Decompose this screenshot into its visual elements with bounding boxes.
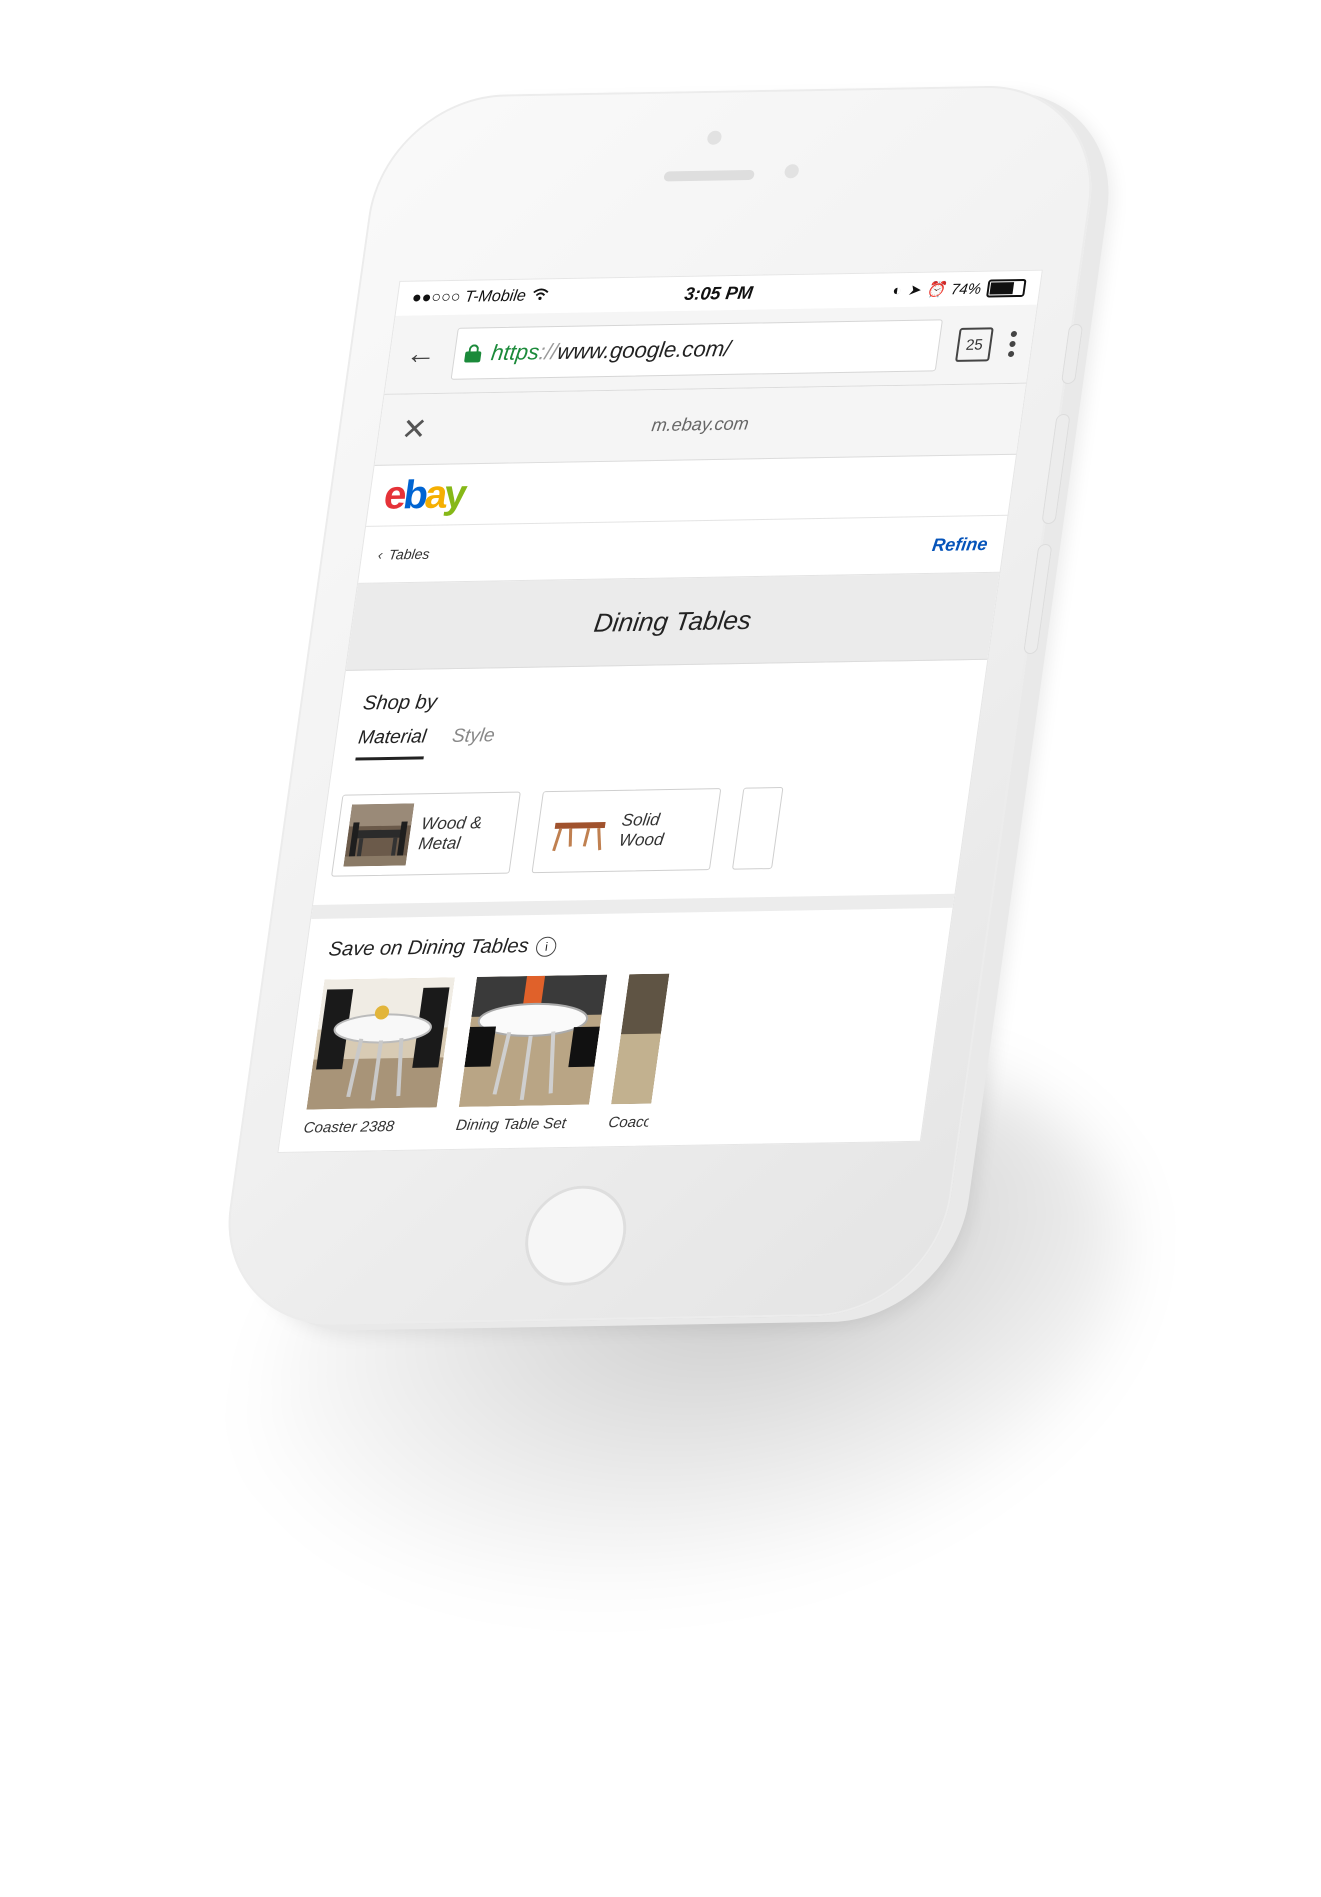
chip-label: Solid Wood (617, 810, 665, 850)
deals-heading-label: Save on Dining Tables (327, 935, 531, 961)
battery-icon (986, 278, 1027, 298)
close-icon[interactable]: ✕ (399, 411, 444, 447)
amp-viewer-header: ✕ m.ebay.com (374, 383, 1026, 466)
location-icon: ➤ (906, 281, 922, 299)
wood-metal-thumbnail (343, 803, 415, 867)
product-image (611, 973, 670, 1105)
product-card[interactable]: Dining Table Set (454, 974, 608, 1134)
rotation-lock-icon: ◐ (891, 281, 903, 299)
site-header: ebay (365, 454, 1016, 527)
product-title: Coaster 2388 (302, 1118, 396, 1137)
chevron-left-icon: ‹ (376, 546, 384, 563)
chip-solid-wood[interactable]: Solid Wood (531, 788, 722, 874)
page-title: Dining Tables (345, 572, 1000, 671)
lock-icon (463, 344, 483, 363)
product-image (306, 977, 455, 1110)
clock: 3:05 PM (683, 282, 755, 304)
ebay-logo[interactable]: ebay (381, 472, 467, 518)
breadcrumb-back-link[interactable]: ‹ Tables (377, 537, 933, 563)
phone-screen: ●●○○○ T-Mobile 3:05 PM ◐ ➤ ⏰ 74% ← https… (277, 269, 1043, 1154)
alarm-icon: ⏰ (925, 281, 947, 299)
carrier-label: ●●○○○ T-Mobile (410, 287, 527, 307)
chip-next-partial[interactable] (731, 787, 784, 870)
deals-carousel: Coaster 2388 Dining Table Set Coaco (279, 961, 945, 1145)
refine-button[interactable]: Refine (931, 533, 989, 555)
url-host: www.google.com/ (555, 335, 733, 364)
shop-by-heading: Shop by (361, 691, 439, 715)
back-arrow-icon[interactable]: ← (404, 337, 439, 372)
browser-toolbar: ← https://www.google.com/ 25 (384, 304, 1037, 395)
solid-wood-thumbnail (543, 799, 615, 864)
product-title: Coaco (607, 1113, 650, 1132)
product-title: Dining Table Set (454, 1115, 568, 1134)
tab-material[interactable]: Material (355, 726, 428, 761)
shop-by-section: Shop by Material Style (332, 660, 987, 769)
url-bar[interactable]: https://www.google.com/ (450, 319, 943, 380)
battery-percent: 74% (949, 280, 983, 298)
tab-style[interactable]: Style (449, 725, 496, 759)
tab-switcher-button[interactable]: 25 (954, 327, 994, 362)
earpiece-speaker (663, 169, 755, 182)
product-card[interactable]: Coaco (607, 973, 670, 1132)
chip-label: Wood & Metal (417, 813, 484, 854)
url-scheme: https (489, 339, 541, 366)
product-card[interactable]: Coaster 2388 (302, 977, 455, 1137)
overflow-menu-icon[interactable] (1007, 330, 1018, 358)
shop-by-tabs: Material Style (355, 717, 957, 761)
material-chips: Wood & Metal Solid Wood (311, 757, 974, 919)
breadcrumb-label: Tables (387, 545, 431, 563)
chip-wood-metal[interactable]: Wood & Metal (331, 791, 521, 877)
product-image (458, 974, 608, 1107)
amp-domain: m.ebay.com (650, 412, 751, 435)
info-icon[interactable]: i (535, 936, 559, 957)
wifi-icon (530, 287, 549, 305)
